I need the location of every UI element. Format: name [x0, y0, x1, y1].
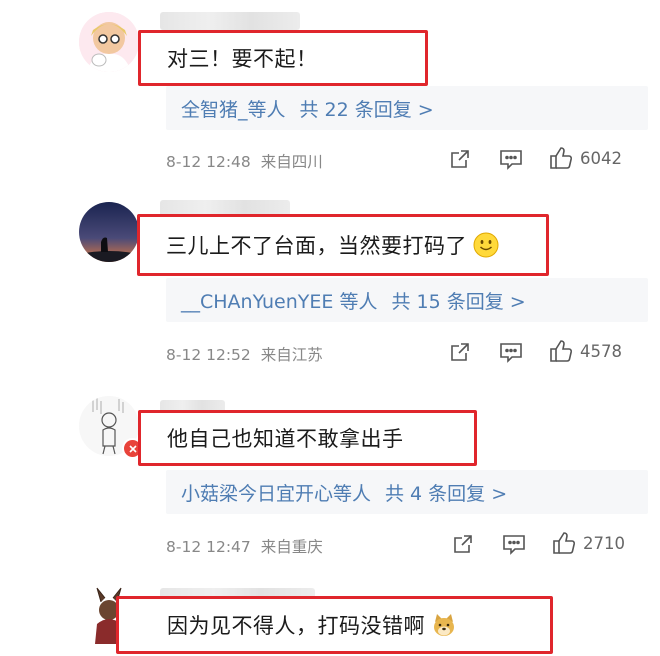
reply-users-link[interactable]: 全智猪_等人	[181, 95, 286, 122]
username-blurred[interactable]	[160, 12, 300, 30]
timestamp: 8-12 12:48	[166, 153, 251, 171]
like-button[interactable]: 6042	[548, 145, 622, 171]
comment-2: 三儿上不了台面，当然要打码了 __CHAnYuenYEE 等人 共 15 条回复…	[0, 190, 660, 380]
avatar[interactable]	[79, 202, 139, 262]
comment-text: 对三！要不起！	[167, 47, 318, 71]
timestamp: 8-12 12:47	[166, 538, 251, 556]
share-button[interactable]	[452, 533, 474, 555]
share-icon	[454, 535, 472, 553]
share-icon	[451, 343, 469, 361]
timestamp: 8-12 12:52	[166, 346, 251, 364]
comment-text-box: 三儿上不了台面，当然要打码了	[137, 214, 549, 276]
comment-icon	[500, 150, 522, 170]
comment-button[interactable]	[502, 533, 526, 555]
comment-button[interactable]	[499, 341, 523, 363]
share-button[interactable]	[449, 148, 471, 170]
reply-count-link[interactable]: 共 22 条回复 >	[300, 95, 434, 122]
comment-icon	[500, 343, 522, 363]
thumbs-up-icon	[550, 147, 573, 169]
comment-text: 因为见不得人，打码没错啊	[167, 599, 457, 651]
comment-text: 他自己也知道不敢拿出手	[167, 427, 404, 451]
smile-emoji	[473, 232, 499, 258]
replies-bar[interactable]: __CHAnYuenYEE 等人 共 15 条回复 >	[166, 278, 648, 322]
comment-3: 他自己也知道不敢拿出手 小菇梁今日宜开心等人 共 4 条回复 > 8-12 12…	[0, 380, 660, 570]
thumbs-up-icon	[553, 532, 576, 554]
comment-icon	[503, 535, 525, 555]
comment-button[interactable]	[499, 148, 523, 170]
like-button[interactable]: 4578	[548, 338, 622, 364]
like-count: 6042	[580, 148, 622, 168]
comment-text: 三儿上不了台面，当然要打码了	[166, 217, 499, 273]
location: 来自重庆	[260, 538, 323, 556]
replies-bar[interactable]: 小菇梁今日宜开心等人 共 4 条回复 >	[166, 470, 648, 514]
reply-users-link[interactable]: 小菇梁今日宜开心等人	[181, 479, 371, 506]
comment-meta: 8-12 12:47 来自重庆	[166, 535, 323, 557]
share-icon	[451, 150, 469, 168]
comment-meta: 8-12 12:52 来自江苏	[166, 343, 323, 365]
comment-meta: 8-12 12:48 来自四川	[166, 150, 323, 172]
like-count: 2710	[583, 533, 625, 553]
comment-text-box: 对三！要不起！	[138, 30, 428, 86]
share-button[interactable]	[449, 341, 471, 363]
like-count: 4578	[580, 341, 622, 361]
thumbs-up-icon	[550, 340, 573, 362]
avatar[interactable]	[79, 12, 139, 72]
doge-emoji	[434, 614, 454, 636]
reply-count-link[interactable]: 共 4 条回复 >	[385, 479, 507, 506]
comment-4: 因为见不得人，打码没错啊	[0, 570, 660, 656]
like-button[interactable]: 2710	[551, 530, 625, 556]
comment-text-box: 他自己也知道不敢拿出手	[138, 410, 477, 466]
location: 来自四川	[260, 153, 323, 171]
comment-1: 对三！要不起！ 全智猪_等人 共 22 条回复 > 8-12 12:48 来自四川…	[0, 0, 660, 190]
comment-text-box: 因为见不得人，打码没错啊	[116, 596, 553, 654]
reply-users-link[interactable]: __CHAnYuenYEE 等人	[181, 287, 377, 314]
replies-bar[interactable]: 全智猪_等人 共 22 条回复 >	[166, 86, 648, 130]
reply-count-link[interactable]: 共 15 条回复 >	[391, 287, 525, 314]
location: 来自江苏	[260, 346, 323, 364]
